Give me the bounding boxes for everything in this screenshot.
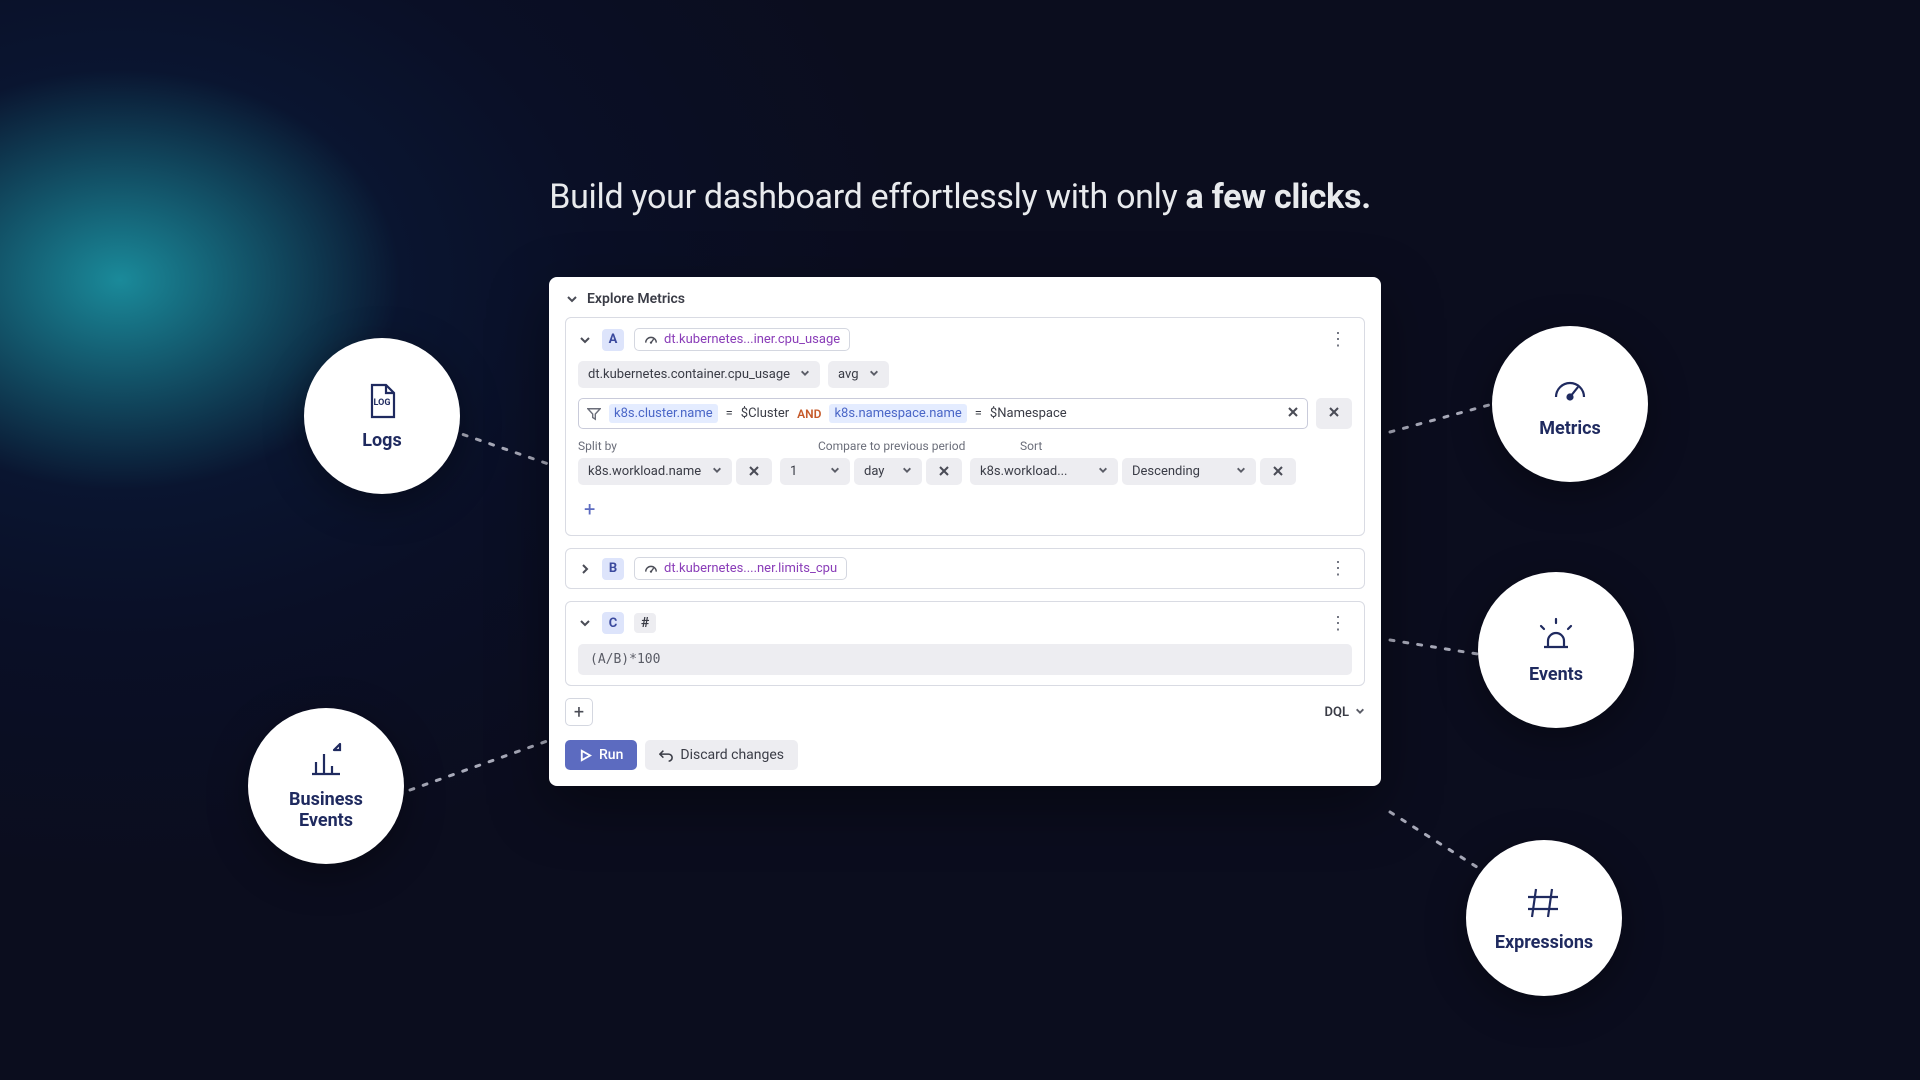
headline: Build your dashboard effortlessly with o…	[549, 177, 1371, 217]
remove-sort-button[interactable]	[1260, 458, 1296, 485]
compare-unit-select[interactable]: day	[854, 458, 922, 485]
query-badge-c: C	[602, 612, 624, 634]
run-button[interactable]: Run	[565, 740, 637, 770]
chevron-down-icon	[869, 367, 879, 382]
svg-text:LOG: LOG	[374, 398, 391, 408]
undo-icon	[659, 748, 673, 762]
metric-select[interactable]: dt.kubernetes.container.cpu_usage	[578, 361, 820, 388]
split-by-label: Split by	[578, 439, 804, 453]
explore-metrics-panel: Explore Metrics A dt.kubernetes...iner.c…	[549, 277, 1381, 786]
chevron-right-icon[interactable]	[578, 562, 592, 576]
chevron-down-icon[interactable]	[578, 333, 592, 347]
bubble-expressions: Expressions	[1466, 840, 1622, 996]
panel-header[interactable]: Explore Metrics	[565, 291, 1365, 307]
add-query-button[interactable]: +	[565, 698, 593, 726]
bubble-business-events: BusinessEvents	[248, 708, 404, 864]
metric-pill-a[interactable]: dt.kubernetes...iner.cpu_usage	[634, 328, 850, 351]
gauge-icon	[1550, 369, 1590, 413]
split-by-select[interactable]: k8s.workload.name	[578, 458, 732, 485]
discard-button[interactable]: Discard changes	[645, 740, 798, 770]
filter-input[interactable]: k8s.cluster.name = $Cluster AND k8s.name…	[578, 398, 1308, 429]
bubble-metrics: Metrics	[1492, 326, 1648, 482]
chart-icon	[306, 740, 346, 784]
query-section-a: A dt.kubernetes...iner.cpu_usage dt.kube…	[565, 317, 1365, 536]
compare-label: Compare to previous period	[818, 439, 1006, 453]
expression-input[interactable]: (A/B)*100	[578, 644, 1352, 675]
query-badge-b: B	[602, 558, 624, 580]
more-menu-button[interactable]	[1323, 613, 1352, 634]
gauge-icon	[644, 562, 658, 576]
bubble-logs: LOG Logs	[304, 338, 460, 494]
expression-icon: #	[634, 613, 656, 633]
alert-icon	[1536, 615, 1576, 659]
hash-icon	[1524, 883, 1564, 927]
logs-icon: LOG	[362, 381, 402, 425]
clear-filter-icon[interactable]	[1287, 406, 1299, 422]
sort-field-select[interactable]: k8s.workload...	[970, 458, 1118, 485]
chevron-down-icon[interactable]	[578, 616, 592, 630]
query-badge-a: A	[602, 329, 624, 351]
more-menu-button[interactable]	[1323, 558, 1352, 579]
remove-filter-button[interactable]	[1316, 398, 1352, 429]
gauge-icon	[644, 333, 658, 347]
sort-label: Sort	[1020, 439, 1170, 453]
query-section-b: B dt.kubernetes....ner.limits_cpu	[565, 548, 1365, 589]
panel-title: Explore Metrics	[587, 291, 685, 307]
metric-pill-b[interactable]: dt.kubernetes....ner.limits_cpu	[634, 557, 847, 580]
connector-line	[1380, 390, 1510, 440]
sort-direction-select[interactable]: Descending	[1122, 458, 1256, 485]
remove-split-button[interactable]	[736, 458, 772, 485]
connector-line	[400, 730, 560, 800]
chevron-down-icon	[565, 292, 579, 306]
dql-toggle[interactable]: DQL	[1325, 705, 1365, 720]
more-menu-button[interactable]	[1323, 329, 1352, 350]
compare-number-select[interactable]: 1	[780, 458, 850, 485]
aggregation-select[interactable]: avg	[828, 361, 889, 388]
add-clause-button[interactable]: +	[578, 493, 601, 525]
filter-icon	[587, 407, 601, 421]
query-section-c: C # (A/B)*100	[565, 601, 1365, 686]
bubble-events: Events	[1478, 572, 1634, 728]
remove-compare-button[interactable]	[926, 458, 962, 485]
chevron-down-icon	[800, 367, 810, 382]
play-icon	[579, 749, 592, 762]
